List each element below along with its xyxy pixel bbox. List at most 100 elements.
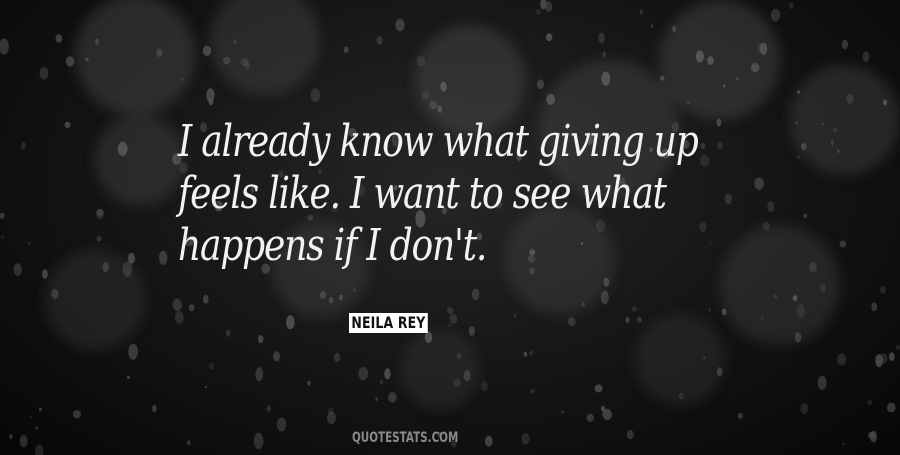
raindrop <box>437 105 443 113</box>
raindrop <box>310 88 321 103</box>
raindrop <box>333 352 341 363</box>
raindrop <box>172 298 182 311</box>
raindrop <box>796 304 805 318</box>
raindrop <box>523 351 528 357</box>
raindrop <box>695 50 704 63</box>
raindrop <box>39 67 49 80</box>
author-badge: NEILA REY <box>349 313 428 333</box>
raindrop <box>754 177 764 190</box>
raindrop <box>339 294 343 301</box>
raindrop <box>395 18 405 32</box>
raindrop <box>817 375 827 390</box>
raindrop <box>358 366 369 381</box>
raindrop <box>871 302 878 312</box>
raindrop <box>343 46 349 54</box>
raindrop <box>536 8 541 15</box>
raindrop <box>598 32 605 44</box>
raindrop <box>594 384 603 393</box>
raindrop <box>128 343 138 360</box>
raindrop <box>722 308 727 316</box>
raindrop <box>421 91 430 100</box>
raindrop <box>660 75 665 81</box>
raindrop <box>96 209 104 216</box>
raindrop <box>678 392 684 400</box>
raindrop <box>794 332 802 343</box>
raindrop <box>85 57 89 62</box>
quote-line: happens if I don't. <box>178 220 487 271</box>
raindrop <box>122 261 133 277</box>
raindrop <box>384 368 391 380</box>
raindrop <box>762 221 770 231</box>
raindrop <box>35 444 44 455</box>
raindrop <box>880 285 886 294</box>
site-watermark: QUOTESTATS.COM <box>352 430 459 446</box>
raindrop <box>485 435 493 447</box>
raindrop <box>707 56 714 65</box>
raindrop <box>513 312 517 318</box>
raindrop <box>773 294 778 299</box>
raindrop <box>379 379 383 385</box>
raindrop <box>286 315 295 330</box>
raindrop <box>800 403 809 415</box>
raindrop <box>751 62 760 73</box>
raindrop <box>55 34 63 43</box>
raindrop <box>96 236 102 242</box>
raindrop <box>521 433 530 445</box>
raindrop <box>537 79 544 90</box>
raindrop <box>581 302 585 308</box>
raindrop <box>809 262 817 273</box>
raindrop <box>276 417 287 432</box>
raindrop <box>102 262 109 273</box>
raindrop <box>327 407 334 415</box>
raindrop <box>208 362 214 370</box>
raindrop <box>156 48 163 58</box>
raindrop <box>888 352 895 361</box>
raindrop <box>21 141 26 150</box>
raindrop <box>867 399 873 406</box>
raindrop <box>95 38 100 45</box>
raindrop <box>456 353 462 359</box>
quote-image: I already know what giving up feels like… <box>0 0 900 455</box>
raindrop <box>440 81 447 92</box>
raindrop <box>625 317 630 323</box>
raindrop <box>797 155 800 159</box>
raindrop <box>887 402 896 413</box>
raindrop <box>699 221 707 233</box>
raindrop <box>603 277 610 287</box>
raindrop <box>64 121 71 128</box>
raindrop <box>188 304 195 312</box>
raindrop <box>842 442 845 446</box>
raindrop <box>468 326 475 336</box>
raindrop <box>266 405 271 412</box>
raindrop <box>737 412 743 419</box>
raindrop <box>760 42 768 55</box>
raindrop <box>839 240 847 248</box>
raindrop <box>716 118 722 127</box>
raindrop <box>820 283 826 293</box>
raindrop <box>126 375 131 380</box>
raindrop <box>836 353 847 366</box>
raindrop <box>760 316 764 321</box>
raindrop <box>35 426 39 430</box>
raindrop <box>42 269 48 279</box>
raindrop <box>175 310 184 324</box>
raindrop <box>375 396 378 402</box>
raindrop <box>19 434 28 448</box>
raindrop <box>152 404 157 413</box>
raindrop <box>253 432 264 450</box>
raindrop <box>208 98 214 106</box>
raindrop <box>13 263 22 276</box>
raindrop <box>203 294 209 304</box>
raindrop <box>181 77 184 81</box>
raindrop <box>703 356 706 360</box>
raindrop <box>449 314 458 324</box>
raindrop <box>821 122 824 125</box>
raindrop <box>795 121 798 125</box>
raindrop <box>388 392 397 403</box>
raindrop <box>846 93 854 104</box>
raindrop <box>736 76 740 81</box>
raindrop <box>376 36 383 45</box>
raindrop <box>448 323 451 327</box>
raindrop <box>27 241 31 245</box>
raindrop <box>724 193 733 205</box>
